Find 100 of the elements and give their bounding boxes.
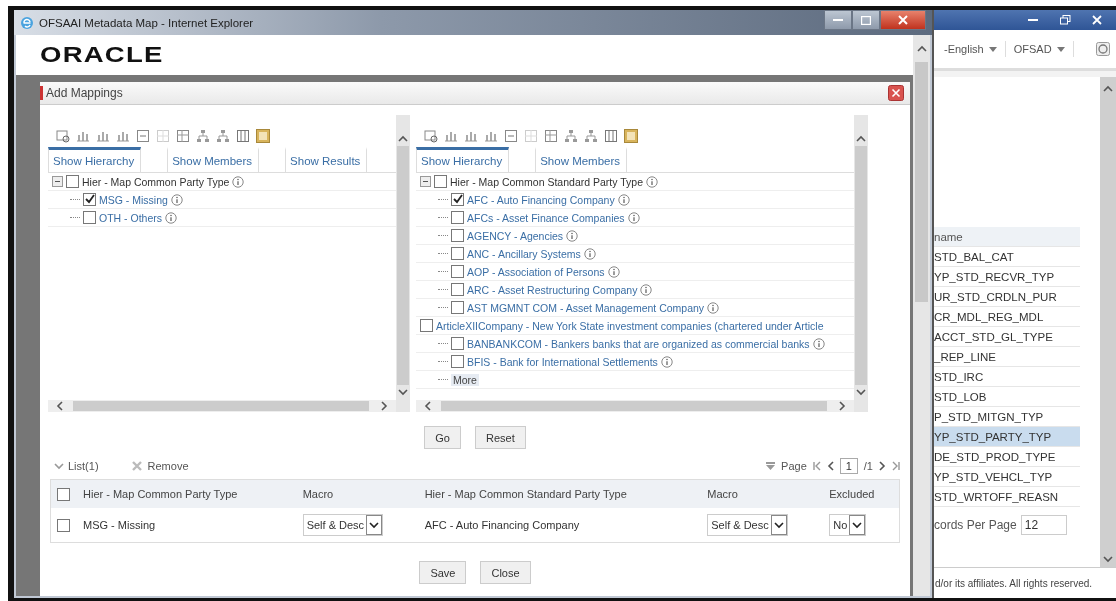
scroll-down-icon[interactable] [856, 389, 866, 396]
hierarchy-icon[interactable] [584, 129, 598, 143]
first-page-icon[interactable] [812, 461, 821, 471]
minimize-button[interactable] [824, 10, 852, 30]
collapse-icon[interactable] [54, 462, 64, 470]
info-icon[interactable] [640, 283, 653, 296]
info-icon[interactable] [660, 355, 673, 368]
bar-chart-icon[interactable] [116, 129, 130, 143]
scroll-down-icon[interactable] [398, 389, 408, 396]
previous-page-icon[interactable] [826, 461, 834, 471]
remove-button[interactable]: Remove [130, 460, 189, 472]
language-dropdown[interactable]: -English [944, 43, 997, 55]
tree-item[interactable]: AFC - Auto Financing Company [467, 193, 615, 206]
tab[interactable]: Show Hierarchy [48, 147, 142, 172]
vertical-scrollbar[interactable] [854, 115, 868, 412]
checkbox[interactable] [451, 355, 464, 368]
search-icon[interactable] [424, 129, 438, 143]
info-icon[interactable] [566, 229, 579, 242]
vertical-scrollbar[interactable] [913, 35, 930, 596]
tree-item[interactable]: Hier - Map Common Standard Party Type [450, 175, 643, 188]
reset-button[interactable]: Reset [474, 426, 526, 449]
tree-item[interactable]: MSG - Missing [99, 193, 168, 206]
checkbox[interactable] [451, 247, 464, 260]
checkbox[interactable] [451, 211, 464, 224]
checkbox[interactable] [57, 487, 70, 501]
maximize-button[interactable] [852, 10, 880, 30]
scroll-left-icon[interactable] [56, 401, 63, 411]
go-button[interactable]: Go [424, 426, 461, 449]
info-icon[interactable] [617, 193, 630, 206]
tree-item[interactable]: ArticleXIICompany - New York State investment companies (chartered under Article [436, 319, 824, 332]
collapse-icon[interactable] [420, 176, 431, 187]
more-link[interactable]: More [451, 373, 479, 386]
scroll-up-icon[interactable] [916, 45, 927, 52]
records-per-page-field[interactable]: 12 [1020, 515, 1067, 535]
page-field[interactable]: 1 [839, 458, 858, 474]
close-button[interactable] [880, 10, 926, 30]
tab[interactable]: Show Hierarchy [416, 147, 510, 172]
checkbox[interactable] [83, 211, 96, 224]
checkbox[interactable] [451, 229, 464, 242]
bar-chart-icon[interactable] [464, 129, 478, 143]
info-icon[interactable] [645, 175, 658, 188]
tree-item[interactable]: AGENCY - Agencies [467, 229, 564, 242]
info-icon[interactable] [607, 265, 620, 278]
bar-chart-icon[interactable] [484, 129, 498, 143]
hierarchy-icon[interactable] [196, 129, 210, 143]
save-button[interactable]: Save [419, 561, 467, 584]
tab[interactable]: Show Results [285, 147, 368, 172]
checkbox[interactable] [57, 518, 70, 532]
tree-item[interactable]: ARC - Asset Restructuring Company [467, 283, 638, 296]
search-icon[interactable] [56, 129, 70, 143]
horizontal-scrollbar[interactable] [48, 400, 396, 412]
checkbox[interactable] [451, 193, 464, 206]
checkbox[interactable] [451, 283, 464, 296]
columns-icon[interactable] [236, 129, 250, 143]
checkbox[interactable] [451, 301, 464, 314]
checkbox[interactable] [66, 175, 79, 188]
scroll-right-icon[interactable] [839, 401, 846, 411]
minus-box-icon[interactable] [504, 129, 518, 143]
vertical-scrollbar[interactable] [1100, 77, 1116, 567]
clock-icon[interactable] [1096, 42, 1110, 56]
hierarchy-icon[interactable] [564, 129, 578, 143]
horizontal-scrollbar[interactable] [416, 400, 854, 412]
panel-icon[interactable] [256, 129, 270, 143]
scroll-up-icon[interactable] [1103, 85, 1113, 92]
dropdown[interactable]: Self & Desc [707, 514, 788, 536]
scroll-right-icon[interactable] [381, 401, 388, 411]
tree-item[interactable]: AFCs - Asset Finance Companies [467, 211, 625, 224]
info-icon[interactable] [170, 193, 183, 206]
next-page-icon[interactable] [879, 461, 886, 471]
minus-box-icon[interactable] [136, 129, 150, 143]
last-page-icon[interactable] [892, 461, 900, 471]
tree-item[interactable]: Hier - Map Common Party Type [82, 175, 230, 188]
dropdown[interactable]: Self & Desc [302, 514, 384, 536]
info-icon[interactable] [707, 301, 720, 314]
dropdown[interactable]: No [829, 514, 867, 536]
table-icon[interactable] [544, 129, 558, 143]
checkbox[interactable] [451, 265, 464, 278]
bar-chart-icon[interactable] [96, 129, 110, 143]
tree-item[interactable]: ANC - Ancillary Systems [467, 247, 581, 260]
bar-chart-icon[interactable] [444, 129, 458, 143]
tree-item[interactable]: OTH - Others [99, 211, 162, 224]
list-title[interactable]: List(1) [68, 460, 99, 472]
info-icon[interactable] [583, 247, 596, 260]
hierarchy-icon[interactable] [216, 129, 230, 143]
info-icon[interactable] [627, 211, 640, 224]
tree-item[interactable]: AST MGMNT COM - Asset Management Company [467, 301, 705, 314]
close-icon[interactable] [888, 85, 904, 101]
info-icon[interactable] [232, 175, 245, 188]
checkbox[interactable] [83, 193, 96, 206]
close-button[interactable]: Close [480, 561, 531, 584]
scroll-down-icon[interactable] [1103, 556, 1113, 563]
vertical-scrollbar[interactable] [396, 115, 410, 412]
checkbox[interactable] [434, 175, 447, 188]
checkbox[interactable] [451, 337, 464, 350]
tab[interactable]: Show Members [167, 147, 260, 172]
collapse-icon[interactable] [52, 176, 63, 187]
info-icon[interactable] [165, 211, 177, 224]
table-icon[interactable] [176, 129, 190, 143]
tree-item[interactable]: BFIS - Bank for International Settlements [467, 355, 658, 368]
panel-icon[interactable] [624, 129, 638, 143]
